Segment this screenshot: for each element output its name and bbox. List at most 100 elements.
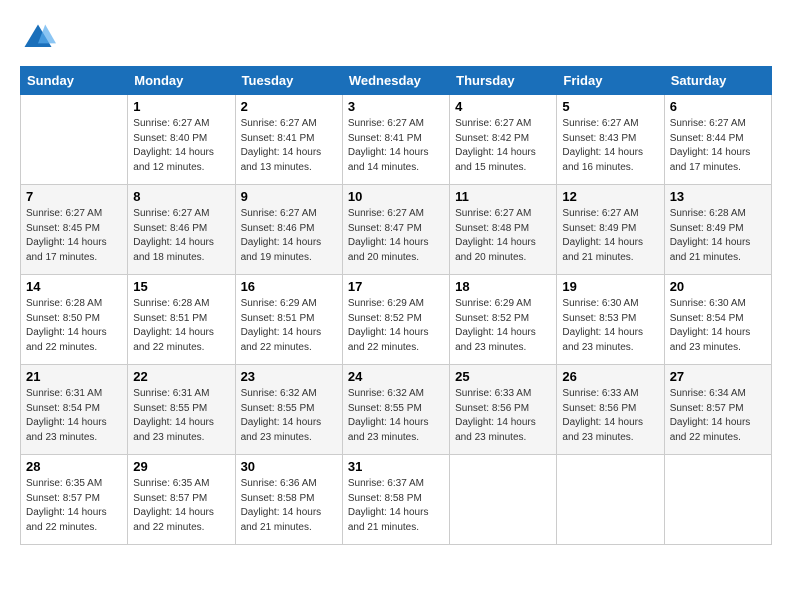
day-number: 2	[241, 99, 337, 114]
calendar-cell: 20 Sunrise: 6:30 AM Sunset: 8:54 PM Dayli…	[664, 275, 771, 365]
calendar-cell: 27 Sunrise: 6:34 AM Sunset: 8:57 PM Dayli…	[664, 365, 771, 455]
day-info: Sunrise: 6:34 AM Sunset: 8:57 PM Dayligh…	[670, 387, 766, 445]
day-number: 30	[241, 459, 337, 474]
day-number: 10	[348, 189, 444, 204]
day-number: 15	[133, 279, 229, 294]
day-info: Sunrise: 6:29 AM Sunset: 8:52 PM Dayligh…	[455, 297, 551, 355]
day-info: Sunrise: 6:29 AM Sunset: 8:52 PM Dayligh…	[348, 297, 444, 355]
day-number: 4	[455, 99, 551, 114]
calendar-cell: 1 Sunrise: 6:27 AM Sunset: 8:40 PM Daylig…	[128, 95, 235, 185]
day-info: Sunrise: 6:27 AM Sunset: 8:42 PM Dayligh…	[455, 117, 551, 175]
calendar-cell: 18 Sunrise: 6:29 AM Sunset: 8:52 PM Dayli…	[450, 275, 557, 365]
calendar-cell: 19Sunrise: 6:30 AM Sunset: 8:53 PM Dayli…	[557, 275, 664, 365]
day-info: Sunrise: 6:27 AM Sunset: 8:41 PM Dayligh…	[241, 117, 337, 175]
calendar-cell: 4 Sunrise: 6:27 AM Sunset: 8:42 PM Daylig…	[450, 95, 557, 185]
day-number: 28	[26, 459, 122, 474]
day-info: Sunrise: 6:27 AM Sunset: 8:40 PM Dayligh…	[133, 117, 229, 175]
calendar-cell: 16 Sunrise: 6:29 AM Sunset: 8:51 PM Dayli…	[235, 275, 342, 365]
calendar-cell: 31Sunrise: 6:37 AM Sunset: 8:58 PM Dayli…	[342, 455, 449, 545]
calendar-cell: 17 Sunrise: 6:29 AM Sunset: 8:52 PM Dayli…	[342, 275, 449, 365]
day-number: 22	[133, 369, 229, 384]
weekday-header-monday: Monday	[128, 67, 235, 95]
calendar-cell: 15 Sunrise: 6:28 AM Sunset: 8:51 PM Dayli…	[128, 275, 235, 365]
day-number: 7	[26, 189, 122, 204]
calendar-cell: 21 Sunrise: 6:31 AM Sunset: 8:54 PM Dayli…	[21, 365, 128, 455]
day-info: Sunrise: 6:27 AM Sunset: 8:49 PM Dayligh…	[562, 207, 658, 265]
day-info: Sunrise: 6:31 AM Sunset: 8:55 PM Dayligh…	[133, 387, 229, 445]
day-number: 8	[133, 189, 229, 204]
day-info: Sunrise: 6:30 AM Sunset: 8:54 PM Dayligh…	[670, 297, 766, 355]
day-info: Sunrise: 6:35 AM Sunset: 8:57 PM Dayligh…	[26, 477, 122, 535]
day-info: Sunrise: 6:28 AM Sunset: 8:49 PM Dayligh…	[670, 207, 766, 265]
day-info: Sunrise: 6:27 AM Sunset: 8:43 PM Dayligh…	[562, 117, 658, 175]
day-info: Sunrise: 6:32 AM Sunset: 8:55 PM Dayligh…	[348, 387, 444, 445]
day-number: 21	[26, 369, 122, 384]
day-info: Sunrise: 6:27 AM Sunset: 8:47 PM Dayligh…	[348, 207, 444, 265]
calendar-cell: 9 Sunrise: 6:27 AM Sunset: 8:46 PM Daylig…	[235, 185, 342, 275]
logo-icon	[20, 20, 56, 56]
calendar-cell: 29 Sunrise: 6:35 AM Sunset: 8:57 PM Dayli…	[128, 455, 235, 545]
day-info: Sunrise: 6:28 AM Sunset: 8:51 PM Dayligh…	[133, 297, 229, 355]
calendar-cell: 22 Sunrise: 6:31 AM Sunset: 8:55 PM Dayli…	[128, 365, 235, 455]
weekday-header-wednesday: Wednesday	[342, 67, 449, 95]
calendar-cell: 7 Sunrise: 6:27 AM Sunset: 8:45 PM Daylig…	[21, 185, 128, 275]
day-info: Sunrise: 6:36 AM Sunset: 8:58 PM Dayligh…	[241, 477, 337, 535]
calendar-cell: 10 Sunrise: 6:27 AM Sunset: 8:47 PM Dayli…	[342, 185, 449, 275]
day-number: 9	[241, 189, 337, 204]
day-number: 6	[670, 99, 766, 114]
day-info: Sunrise: 6:27 AM Sunset: 8:45 PM Dayligh…	[26, 207, 122, 265]
day-info: Sunrise: 6:28 AM Sunset: 8:50 PM Dayligh…	[26, 297, 122, 355]
day-info: Sunrise: 6:27 AM Sunset: 8:48 PM Dayligh…	[455, 207, 551, 265]
calendar-cell: 24 Sunrise: 6:32 AM Sunset: 8:55 PM Dayli…	[342, 365, 449, 455]
day-info: Sunrise: 6:31 AM Sunset: 8:54 PM Dayligh…	[26, 387, 122, 445]
day-number: 18	[455, 279, 551, 294]
day-info: Sunrise: 6:35 AM Sunset: 8:57 PM Dayligh…	[133, 477, 229, 535]
day-number: 25	[455, 369, 551, 384]
day-number: 24	[348, 369, 444, 384]
calendar-cell: 3 Sunrise: 6:27 AM Sunset: 8:41 PM Daylig…	[342, 95, 449, 185]
calendar-cell: 6Sunrise: 6:27 AM Sunset: 8:44 PM Daylig…	[664, 95, 771, 185]
day-info: Sunrise: 6:27 AM Sunset: 8:46 PM Dayligh…	[133, 207, 229, 265]
calendar-cell: 2 Sunrise: 6:27 AM Sunset: 8:41 PM Daylig…	[235, 95, 342, 185]
calendar-cell: 5 Sunrise: 6:27 AM Sunset: 8:43 PM Daylig…	[557, 95, 664, 185]
calendar-cell: 13 Sunrise: 6:28 AM Sunset: 8:49 PM Dayli…	[664, 185, 771, 275]
weekday-header-tuesday: Tuesday	[235, 67, 342, 95]
day-number: 11	[455, 189, 551, 204]
day-info: Sunrise: 6:27 AM Sunset: 8:46 PM Dayligh…	[241, 207, 337, 265]
day-info: Sunrise: 6:27 AM Sunset: 8:41 PM Dayligh…	[348, 117, 444, 175]
day-info: Sunrise: 6:29 AM Sunset: 8:51 PM Dayligh…	[241, 297, 337, 355]
weekday-header-saturday: Saturday	[664, 67, 771, 95]
calendar-cell: 14Sunrise: 6:28 AM Sunset: 8:50 PM Dayli…	[21, 275, 128, 365]
calendar-cell: 12 Sunrise: 6:27 AM Sunset: 8:49 PM Dayli…	[557, 185, 664, 275]
day-number: 17	[348, 279, 444, 294]
calendar-cell	[21, 95, 128, 185]
day-number: 3	[348, 99, 444, 114]
calendar-cell	[664, 455, 771, 545]
weekday-header-sunday: Sunday	[21, 67, 128, 95]
calendar-cell: 23 Sunrise: 6:32 AM Sunset: 8:55 PM Dayli…	[235, 365, 342, 455]
day-info: Sunrise: 6:30 AM Sunset: 8:53 PM Dayligh…	[562, 297, 658, 355]
calendar-cell	[450, 455, 557, 545]
day-number: 16	[241, 279, 337, 294]
day-number: 29	[133, 459, 229, 474]
day-number: 5	[562, 99, 658, 114]
day-number: 1	[133, 99, 229, 114]
day-number: 23	[241, 369, 337, 384]
calendar-cell: 30 Sunrise: 6:36 AM Sunset: 8:58 PM Dayli…	[235, 455, 342, 545]
day-info: Sunrise: 6:33 AM Sunset: 8:56 PM Dayligh…	[562, 387, 658, 445]
day-number: 27	[670, 369, 766, 384]
day-number: 13	[670, 189, 766, 204]
calendar-cell: 8 Sunrise: 6:27 AM Sunset: 8:46 PM Daylig…	[128, 185, 235, 275]
day-number: 12	[562, 189, 658, 204]
day-info: Sunrise: 6:32 AM Sunset: 8:55 PM Dayligh…	[241, 387, 337, 445]
day-number: 31	[348, 459, 444, 474]
calendar-cell: 25 Sunrise: 6:33 AM Sunset: 8:56 PM Dayli…	[450, 365, 557, 455]
calendar-table: SundayMondayTuesdayWednesdayThursdayFrid…	[20, 66, 772, 545]
logo	[20, 20, 62, 56]
day-number: 26	[562, 369, 658, 384]
day-info: Sunrise: 6:33 AM Sunset: 8:56 PM Dayligh…	[455, 387, 551, 445]
weekday-header-thursday: Thursday	[450, 67, 557, 95]
calendar-cell	[557, 455, 664, 545]
day-number: 20	[670, 279, 766, 294]
calendar-cell: 28 Sunrise: 6:35 AM Sunset: 8:57 PM Dayli…	[21, 455, 128, 545]
